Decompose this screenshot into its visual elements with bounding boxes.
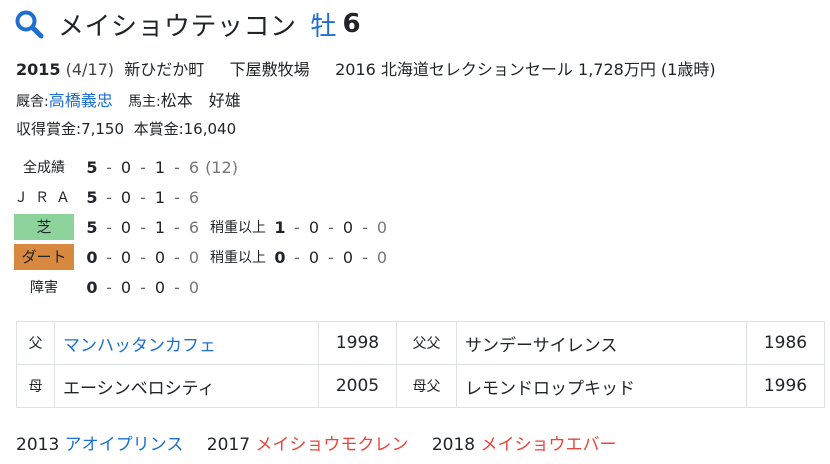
heavy-thirds: 0 (342, 247, 354, 267)
dam-sire-year: 1996 (746, 364, 825, 408)
heavy-wins: 1 (274, 217, 286, 237)
thirds: 1 (154, 157, 166, 177)
dam-year: 2005 (318, 364, 397, 408)
seconds: 0 (120, 217, 132, 237)
horse-name: メイショウテッコン (58, 11, 297, 42)
record-numbers: 0- 0- 0- 0 (86, 277, 200, 297)
table-row: 母 エーシンベロシティ 2005 母父 レモンドロップキッド 1996 (16, 364, 825, 408)
dam-name: エーシンベロシティ (54, 364, 319, 408)
record-total: 全成績 5- 0- 1- 6 (12) (14, 153, 238, 181)
seconds: 0 (120, 187, 132, 207)
breeder: 下屋敷牧場 (229, 60, 310, 79)
wins: 0 (86, 247, 98, 267)
others: 6 (188, 187, 200, 207)
thirds: 0 (154, 277, 166, 297)
heavy-others: 0 (376, 247, 388, 267)
horse-age: 6 (342, 9, 361, 39)
prize-label: 本賞金: (133, 120, 184, 138)
record-label: 障害 (30, 280, 58, 296)
trainer-link[interactable]: 高橋義忠 (49, 91, 113, 110)
wins: 5 (86, 217, 98, 237)
sibling-year: 2013 (16, 435, 60, 455)
earnings-value: 7,150 (81, 120, 125, 138)
title-row: メイショウテッコン 牡 6 (14, 4, 361, 44)
sibling-year: 2017 (206, 435, 251, 455)
owner-name: 松本 好雄 (160, 91, 241, 110)
record-jra: ＪＲＡ 5- 0- 1- 6 (14, 183, 200, 211)
heavy-thirds: 0 (342, 217, 354, 237)
siblings-line: 2013 アオイプリンス 2017 メイショウモクレン 2018 メイショウエバ… (16, 430, 617, 455)
wins: 5 (86, 187, 98, 207)
wins: 0 (86, 277, 98, 297)
pedigree-table: 父 マンハッタンカフェ 1998 父父 サンデーサイレンス 1986 母 エーシ… (16, 321, 825, 408)
earnings-line: 収得賞金:7,150 本賞金:16,040 (16, 118, 236, 139)
seconds: 0 (120, 157, 132, 177)
sibling-link[interactable]: メイショウエバー (481, 435, 617, 455)
wins: 5 (86, 157, 98, 177)
sibling-link[interactable]: メイショウモクレン (255, 435, 408, 455)
thirds: 0 (154, 247, 166, 267)
thirds: 1 (154, 217, 166, 237)
sire-year: 1998 (318, 321, 397, 365)
sire-sire-label: 父父 (396, 321, 457, 365)
birth-year: 2015 (16, 60, 61, 79)
record-numbers: 5- 0- 1- 6 稍重以上 1- 0- 0- 0 (86, 217, 388, 237)
heavy-track-label: 稍重以上 (210, 220, 266, 236)
table-row: 父 マンハッタンカフェ 1998 父父 サンデーサイレンス 1986 (16, 321, 825, 365)
heavy-wins: 0 (274, 247, 286, 267)
record-steeple: 障害 0- 0- 0- 0 (14, 273, 200, 301)
trainer-label: 厩舎: (16, 94, 49, 110)
sire-label: 父 (16, 321, 55, 365)
record-label: ＪＲＡ (14, 190, 77, 206)
others: 0 (188, 247, 200, 267)
heavy-seconds: 0 (308, 247, 320, 267)
sale-info: 2016 北海道セレクションセール 1,728万円 (1歳時) (335, 60, 716, 79)
record-label: 全成績 (23, 160, 65, 176)
dam-sire-name: レモンドロップキッド (456, 364, 747, 408)
record-numbers: 0- 0- 0- 0 稍重以上 0- 0- 0- 0 (86, 247, 388, 267)
dam-label: 母 (16, 364, 55, 408)
owner-label: 馬主: (128, 94, 161, 110)
birth-date: (4/17) (65, 60, 115, 79)
record-turf: 芝 5- 0- 1- 6 稍重以上 1- 0- 0- 0 (14, 213, 388, 241)
seconds: 0 (120, 247, 132, 267)
birthplace: 新ひだか町 (124, 60, 205, 79)
sibling-link[interactable]: アオイプリンス (65, 435, 184, 455)
thirds: 1 (154, 187, 166, 207)
sire-cell: マンハッタンカフェ (54, 321, 319, 365)
heavy-others: 0 (376, 217, 388, 237)
profile-line: 2015 (4/17) 新ひだか町 下屋敷牧場 2016 北海道セレクションセー… (16, 56, 716, 80)
turf-badge: 芝 (14, 214, 74, 240)
heavy-track-label: 稍重以上 (210, 250, 266, 266)
prize-value: 16,040 (183, 120, 237, 138)
earnings-label: 収得賞金: (16, 120, 82, 138)
heavy-seconds: 0 (308, 217, 320, 237)
seconds: 0 (120, 277, 132, 297)
dam-sire-label: 母父 (396, 364, 457, 408)
dirt-badge: ダート (14, 244, 74, 270)
sire-link[interactable]: マンハッタンカフェ (63, 336, 216, 356)
search-icon[interactable] (14, 9, 44, 39)
others: 6 (188, 157, 200, 177)
others: 6 (188, 217, 200, 237)
sire-sire-name: サンデーサイレンス (456, 321, 747, 365)
sire-sire-year: 1986 (746, 321, 825, 365)
record-numbers: 5- 0- 1- 6 (86, 187, 200, 207)
record-numbers: 5- 0- 1- 6 (12) (86, 157, 238, 177)
stable-line: 厩舎:高橋義忠 馬主:松本 好雄 (16, 87, 241, 111)
sibling-year: 2018 (431, 435, 476, 455)
record-dirt: ダート 0- 0- 0- 0 稍重以上 0- 0- 0- 0 (14, 243, 388, 271)
starts: (12) (205, 157, 238, 177)
horse-sex: 牡 (310, 11, 337, 42)
others: 0 (188, 277, 200, 297)
